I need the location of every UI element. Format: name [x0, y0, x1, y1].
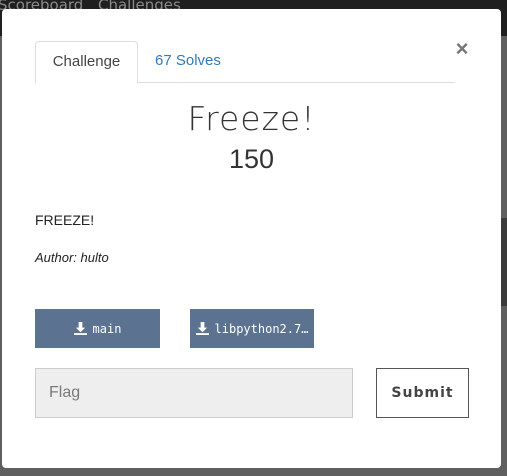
- background-panel-edge: [501, 218, 507, 306]
- download-icon: [195, 322, 209, 335]
- challenge-modal: Challenge 67 Solves × Freeze! 150 FREEZE…: [2, 9, 501, 468]
- modal-tabs: Challenge 67 Solves: [35, 41, 455, 84]
- close-icon[interactable]: ×: [451, 37, 473, 61]
- challenge-name: Freeze!: [187, 99, 316, 138]
- flag-input[interactable]: [35, 368, 353, 418]
- challenge-author: Author: hulto: [35, 250, 109, 265]
- download-icon: [73, 322, 87, 335]
- download-libpython-label: libpython2.7…: [214, 321, 309, 336]
- download-main-label: main: [92, 321, 122, 336]
- challenge-points: 150: [228, 144, 275, 174]
- download-libpython-button[interactable]: libpython2.7…: [190, 309, 314, 348]
- download-main-button[interactable]: main: [35, 309, 160, 348]
- challenge-description: FREEZE!: [35, 212, 95, 228]
- submit-button[interactable]: Submit: [376, 368, 469, 418]
- tab-solves[interactable]: 67 Solves: [139, 41, 237, 83]
- tab-challenge[interactable]: Challenge: [35, 41, 138, 84]
